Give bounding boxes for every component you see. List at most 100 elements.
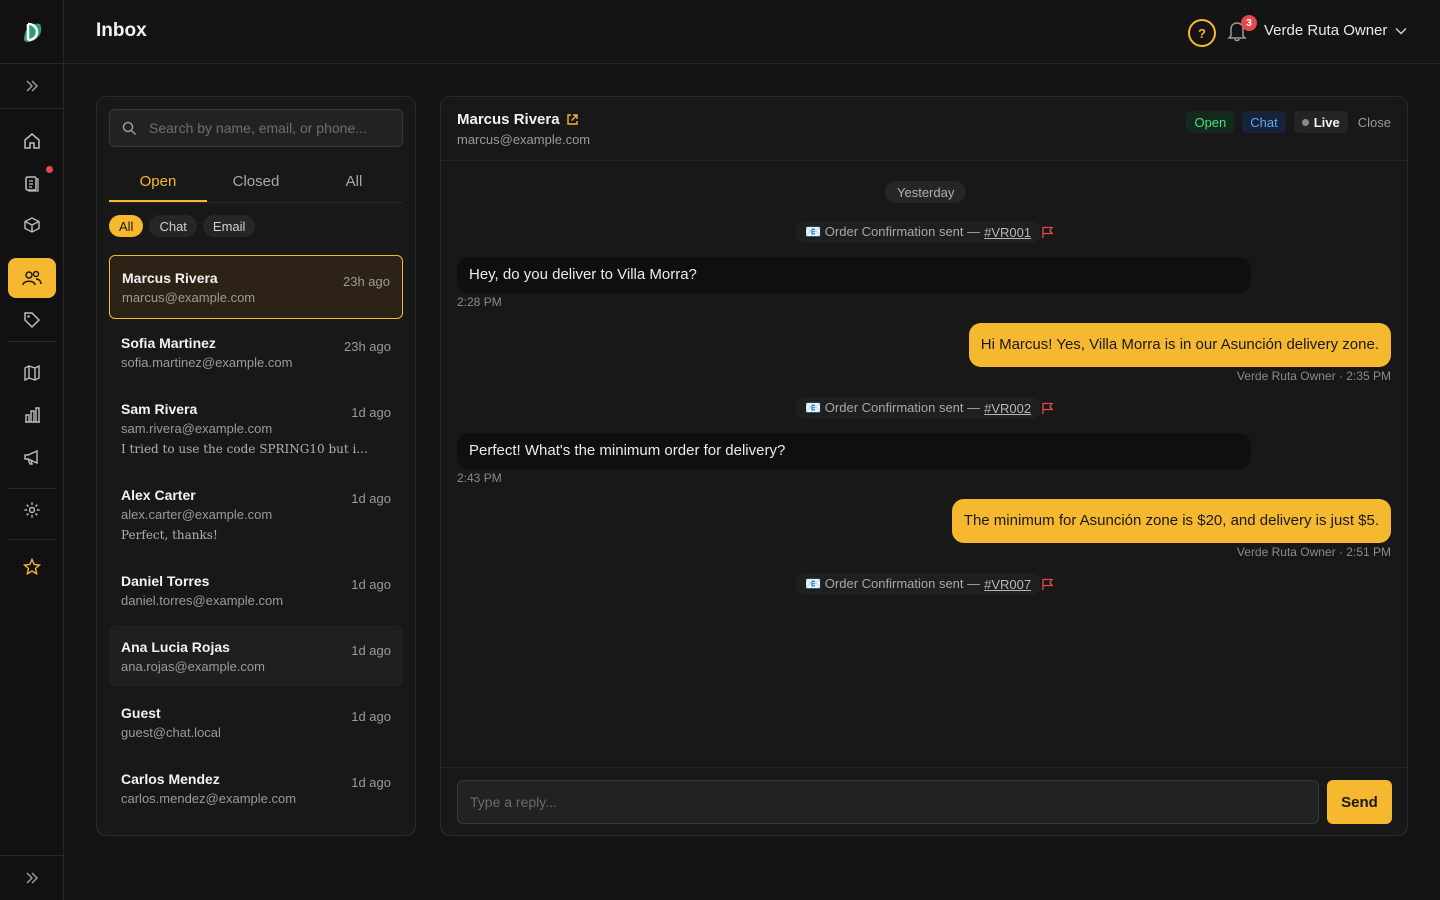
chat-header: Marcus Rivera marcus@example.com Open Ch… xyxy=(441,97,1407,161)
collapse-toggle-button[interactable] xyxy=(0,64,64,109)
conversation-item[interactable]: Marcus Rivera marcus@example.com 23h ago xyxy=(109,255,403,319)
tab-open[interactable]: Open xyxy=(109,163,207,202)
sidebar-rail xyxy=(0,0,64,900)
tab-closed[interactable]: Closed xyxy=(207,163,305,202)
nav-favorites[interactable] xyxy=(8,547,56,587)
nav-discounts[interactable] xyxy=(8,300,56,340)
status-tabs: Open Closed All xyxy=(109,163,403,203)
conversation-time: 1d ago xyxy=(351,709,391,724)
nav-customers[interactable] xyxy=(8,258,56,298)
date-separator: Yesterday xyxy=(885,181,967,203)
expand-sidebar-button[interactable] xyxy=(0,855,64,900)
help-button[interactable]: ? xyxy=(1188,19,1216,47)
conversation-item[interactable]: Ana Lucia Rojas ana.rojas@example.com 1d… xyxy=(109,625,403,687)
conversation-item[interactable]: Guest guest@chat.local 1d ago xyxy=(109,691,403,755)
star-icon xyxy=(23,558,41,576)
flag-icon[interactable] xyxy=(1041,578,1054,591)
filter-email[interactable]: Email xyxy=(202,215,256,237)
chevron-down-icon xyxy=(1395,27,1407,35)
conversation-email: sofia.martinez@example.com xyxy=(121,355,293,370)
incoming-message: Perfect! What's the minimum order for de… xyxy=(457,433,1251,469)
conversation-email: guest@chat.local xyxy=(121,725,221,740)
contact-name: Marcus Rivera xyxy=(457,111,579,128)
user-name: Verde Ruta Owner xyxy=(1264,22,1388,39)
nav-home[interactable] xyxy=(8,121,56,161)
box-icon xyxy=(24,217,40,233)
conversation-time: 1d ago xyxy=(351,405,391,420)
nav-settings[interactable] xyxy=(8,490,56,530)
conversation-time: 1d ago xyxy=(351,577,391,592)
search-icon xyxy=(122,121,137,135)
nav-products[interactable] xyxy=(8,205,56,245)
channel-filters: All Chat Email xyxy=(109,215,256,237)
order-event: 📧 Order Confirmation sent — #VR002 xyxy=(795,397,1042,419)
nav-marketing[interactable] xyxy=(8,437,56,477)
reply-composer: Send xyxy=(441,767,1407,835)
incoming-message: Hey, do you deliver to Villa Morra? xyxy=(457,257,1251,293)
conversation-item[interactable]: Alex Carter alex.carter@example.com Perf… xyxy=(109,473,403,557)
rail-divider xyxy=(8,539,56,540)
conversation-preview: I tried to use the code SPRING10 but i..… xyxy=(121,442,368,456)
order-event-text: 📧 Order Confirmation sent — xyxy=(805,576,981,591)
message-meta: Verde Ruta Owner · 2:51 PM xyxy=(1236,545,1391,559)
tag-icon xyxy=(24,312,41,329)
conversation-item[interactable]: Sofia Martinez sofia.martinez@example.co… xyxy=(109,321,403,385)
order-event: 📧 Order Confirmation sent — #VR001 xyxy=(795,221,1042,243)
conversation-time: 1d ago xyxy=(351,775,391,790)
conversation-item[interactable]: Daniel Torres daniel.torres@example.com … xyxy=(109,559,403,623)
conversation-email: alex.carter@example.com xyxy=(121,507,273,522)
page-title: Inbox xyxy=(96,20,147,41)
conversation-email: daniel.torres@example.com xyxy=(121,593,284,608)
search-box[interactable] xyxy=(109,109,403,147)
rail-divider xyxy=(8,488,56,489)
conversation-email: carlos.mendez@example.com xyxy=(121,791,297,806)
user-menu[interactable]: Verde Ruta Owner xyxy=(1264,22,1407,39)
order-link[interactable]: #VR002 xyxy=(984,401,1031,416)
reply-input[interactable] xyxy=(457,780,1319,824)
flag-icon[interactable] xyxy=(1041,226,1054,239)
nav-analytics[interactable] xyxy=(8,395,56,435)
users-icon xyxy=(22,270,42,286)
external-link-icon[interactable] xyxy=(566,113,579,126)
map-icon xyxy=(24,364,40,382)
conversation-list-panel: Open Closed All All Chat Email Marcus Ri… xyxy=(96,96,416,836)
order-event-text: 📧 Order Confirmation sent — xyxy=(805,224,981,239)
send-button[interactable]: Send xyxy=(1327,780,1392,824)
live-label: Live xyxy=(1313,114,1340,130)
conversation-item[interactable]: Carlos Mendez carlos.mendez@example.com … xyxy=(109,757,403,821)
order-event: 📧 Order Confirmation sent — #VR007 xyxy=(795,573,1042,595)
conversation-email: marcus@example.com xyxy=(122,290,256,305)
gear-icon xyxy=(24,502,40,518)
home-icon xyxy=(24,133,40,149)
conversation-email: ana.rojas@example.com xyxy=(121,659,265,674)
message-time: 2:28 PM xyxy=(457,295,502,309)
conversation-item[interactable]: Sam Rivera sam.rivera@example.com I trie… xyxy=(109,387,403,471)
megaphone-icon xyxy=(24,449,38,465)
search-input[interactable] xyxy=(149,120,389,136)
outgoing-message: Hi Marcus! Yes, Villa Morra is in our As… xyxy=(968,323,1391,367)
rail-divider xyxy=(8,341,56,342)
brand-logo[interactable] xyxy=(0,0,64,64)
top-header: Inbox ? 3 Verde Ruta Owner xyxy=(64,0,1440,64)
conversation-time: 1d ago xyxy=(351,643,391,658)
tab-all[interactable]: All xyxy=(305,163,403,202)
nav-catalog[interactable] xyxy=(8,353,56,393)
live-dot-icon xyxy=(1301,118,1309,126)
bar-chart-icon xyxy=(25,407,40,423)
order-link[interactable]: #VR007 xyxy=(984,577,1031,592)
flag-icon[interactable] xyxy=(1041,402,1054,415)
chat-panel: Marcus Rivera marcus@example.com Open Ch… xyxy=(440,96,1408,836)
filter-all[interactable]: All xyxy=(109,215,144,237)
channel-badge: Chat xyxy=(1242,111,1286,133)
status-badge: Open xyxy=(1186,111,1235,133)
order-link[interactable]: #VR001 xyxy=(984,225,1031,240)
conversation-time: 23h ago xyxy=(344,339,391,354)
message-meta: Verde Ruta Owner · 2:35 PM xyxy=(1236,369,1391,383)
close-conversation-button[interactable]: Close xyxy=(1356,115,1393,130)
order-event-text: 📧 Order Confirmation sent — xyxy=(805,400,981,415)
clipboard-icon xyxy=(25,176,39,192)
filter-chat[interactable]: Chat xyxy=(149,215,197,237)
contact-email: marcus@example.com xyxy=(457,132,591,147)
status-badges: Open Chat Live Close xyxy=(1186,111,1393,133)
double-chevron-right-icon xyxy=(26,872,39,884)
